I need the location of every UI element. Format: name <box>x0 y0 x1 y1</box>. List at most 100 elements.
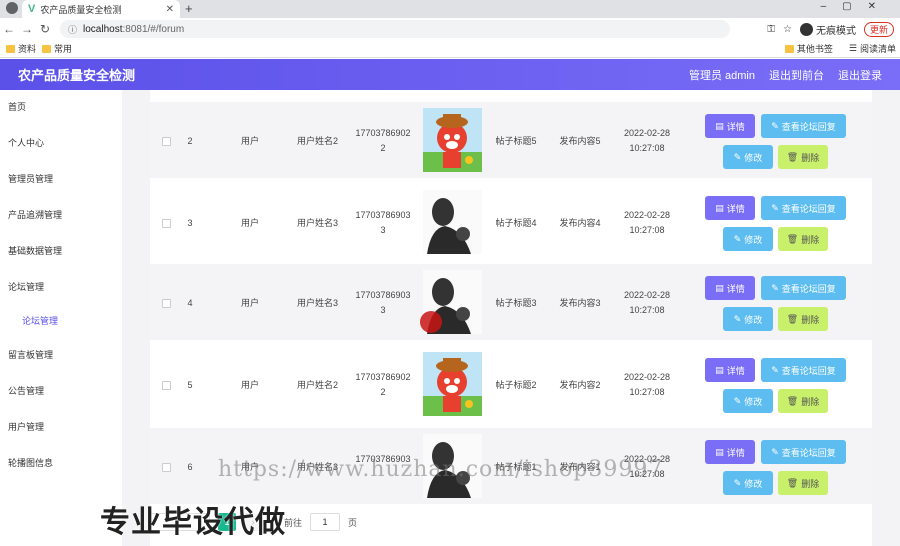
window-controls[interactable]: –▢✕ <box>821 1 892 12</box>
row-phone: 17703786903 3 <box>350 208 416 238</box>
bookmark-label: 其他书签 <box>796 44 833 54</box>
row-phone: 17703786903 3 <box>350 288 416 318</box>
update-button[interactable]: 更新 <box>863 21 894 37</box>
view-replies-button[interactable]: ✎ 查看论坛回复 <box>761 358 846 382</box>
row-index: 2 <box>187 136 193 146</box>
sidebar-item-messages[interactable]: 留言板管理 <box>8 348 53 361</box>
sidebar: 首页 个人中心 管理员管理 产品追溯管理 基础数据管理 论坛管理 论坛管理 留言… <box>0 90 122 546</box>
row-date: 2022-02-28 10:27:08 <box>612 208 682 238</box>
view-replies-button[interactable]: ✎ 查看论坛回复 <box>761 114 846 138</box>
view-replies-button[interactable]: ✎ 查看论坛回复 <box>761 440 846 464</box>
row-role: 用户 <box>240 136 259 146</box>
reading-list[interactable]: ☰ 阅读清单 <box>849 42 896 55</box>
other-bookmarks[interactable]: 其他书签 <box>784 42 833 55</box>
sidebar-item-admins[interactable]: 管理员管理 <box>8 172 53 185</box>
incognito-label: 无痕模式 <box>815 25 856 37</box>
bookmark-folder-2[interactable]: 常用 <box>42 42 72 55</box>
edit-button[interactable]: ✎ 修改 <box>723 389 773 413</box>
row-checkbox[interactable] <box>162 299 171 308</box>
goto-label: 前往 <box>284 517 303 528</box>
delete-icon: 🗑 <box>786 477 799 488</box>
row-index: 5 <box>187 380 193 390</box>
view-replies-button[interactable]: ✎ 查看论坛回复 <box>761 196 846 220</box>
row-avatar-image <box>423 108 482 172</box>
row-index: 3 <box>187 218 193 228</box>
delete-label: 删除 <box>801 478 820 489</box>
row-checkbox[interactable] <box>162 137 171 146</box>
replies-icon: ✎ <box>771 202 779 213</box>
detail-button[interactable]: ▤ 详情 <box>705 440 755 464</box>
replies-label: 查看论坛回复 <box>781 447 836 458</box>
logout-link[interactable]: 退出登录 <box>838 67 882 83</box>
forward-icon[interactable]: → <box>18 22 36 36</box>
bookmark-folder-1[interactable]: 资料 <box>6 42 36 55</box>
row-post-title: 帖子标题2 <box>495 380 537 390</box>
edit-button[interactable]: ✎ 修改 <box>723 471 773 495</box>
edit-icon: ✎ <box>733 395 742 406</box>
edit-button[interactable]: ✎ 修改 <box>723 227 773 251</box>
bookmark-label: 常用 <box>54 44 73 54</box>
star-icon[interactable]: ☆ <box>783 24 792 35</box>
view-replies-button[interactable]: ✎ 查看论坛回复 <box>761 276 846 300</box>
row-phone: 17703786902 2 <box>350 126 416 156</box>
info-icon[interactable]: ⓘ <box>68 23 77 36</box>
sidebar-subitem-forum[interactable]: 论坛管理 <box>22 314 58 327</box>
row-phone-line1: 17703786903 <box>355 210 411 220</box>
sidebar-item-profile[interactable]: 个人中心 <box>8 136 44 149</box>
row-avatar-image <box>423 190 482 254</box>
delete-button[interactable]: 🗑 删除 <box>778 471 828 495</box>
browser-tab[interactable]: V 农产品质量安全检测 ✕ <box>22 0 180 18</box>
sidebar-item-forum[interactable]: 论坛管理 <box>8 280 44 293</box>
row-date-day: 2022-02-28 <box>623 128 671 138</box>
row-date-day: 2022-02-28 <box>623 372 671 382</box>
admin-user-label: 管理员 admin <box>688 69 755 82</box>
folder-icon <box>6 44 15 53</box>
delete-button[interactable]: 🗑 删除 <box>778 307 828 331</box>
back-icon[interactable]: ← <box>0 22 18 36</box>
detail-button[interactable]: ▤ 详情 <box>705 358 755 382</box>
row-date-time: 10:27:08 <box>629 225 665 235</box>
row-avatar-image <box>423 352 482 416</box>
detail-button[interactable]: ▤ 详情 <box>705 196 755 220</box>
sidebar-item-basedata[interactable]: 基础数据管理 <box>8 244 62 257</box>
incognito-indicator[interactable]: 无痕模式 <box>799 22 856 37</box>
sidebar-item-carousel[interactable]: 轮播图信息 <box>8 456 53 469</box>
sidebar-item-home[interactable]: 首页 <box>8 100 26 113</box>
row-date-day: 2022-02-28 <box>623 290 671 300</box>
delete-button[interactable]: 🗑 删除 <box>778 145 828 169</box>
url-input[interactable]: ⓘ localhost:8081/#/forum <box>60 20 730 38</box>
replies-icon: ✎ <box>771 446 779 457</box>
sidebar-item-users[interactable]: 用户管理 <box>8 420 44 433</box>
row-username: 用户姓名3 <box>296 218 338 228</box>
row-checkbox[interactable] <box>162 381 171 390</box>
row-phone-line2: 2 <box>380 143 386 153</box>
back-to-front-link[interactable]: 退出到前台 <box>769 67 824 83</box>
reading-list-icon: ☰ <box>848 43 857 53</box>
tab-close-icon[interactable]: ✕ <box>166 4 174 15</box>
key-icon[interactable]: ⚿ <box>767 24 775 35</box>
row-checkbox[interactable] <box>162 219 171 228</box>
sidebar-item-trace[interactable]: 产品追溯管理 <box>8 208 62 221</box>
delete-button[interactable]: 🗑 删除 <box>778 389 828 413</box>
detail-button[interactable]: ▤ 详情 <box>705 114 755 138</box>
row-date-time: 10:27:08 <box>629 305 665 315</box>
row-phone-line2: 3 <box>380 305 386 315</box>
row-post-content: 发布内容2 <box>559 380 601 390</box>
goto-page-input[interactable]: 1 <box>310 513 341 531</box>
reload-icon[interactable]: ↻ <box>36 22 54 36</box>
new-tab-icon[interactable]: + <box>185 1 193 16</box>
edit-button[interactable]: ✎ 修改 <box>723 145 773 169</box>
edit-icon: ✎ <box>733 233 742 244</box>
delete-icon: 🗑 <box>786 151 799 162</box>
delete-button[interactable]: 🗑 删除 <box>778 227 828 251</box>
row-phone-line2: 2 <box>380 387 386 397</box>
detail-label: 详情 <box>726 283 745 294</box>
edit-button[interactable]: ✎ 修改 <box>723 307 773 331</box>
sidebar-item-notices[interactable]: 公告管理 <box>8 384 44 397</box>
row-phone: 17703786902 2 <box>350 370 416 400</box>
row-date-day: 2022-02-28 <box>623 210 671 220</box>
table-row: 2 用户 用户姓名2 17703786902 2 帖子标题5 发布内容5 2022-02-28… <box>150 102 872 178</box>
detail-button[interactable]: ▤ 详情 <box>705 276 755 300</box>
page-suffix: 页 <box>348 517 358 528</box>
row-checkbox[interactable] <box>162 463 171 472</box>
